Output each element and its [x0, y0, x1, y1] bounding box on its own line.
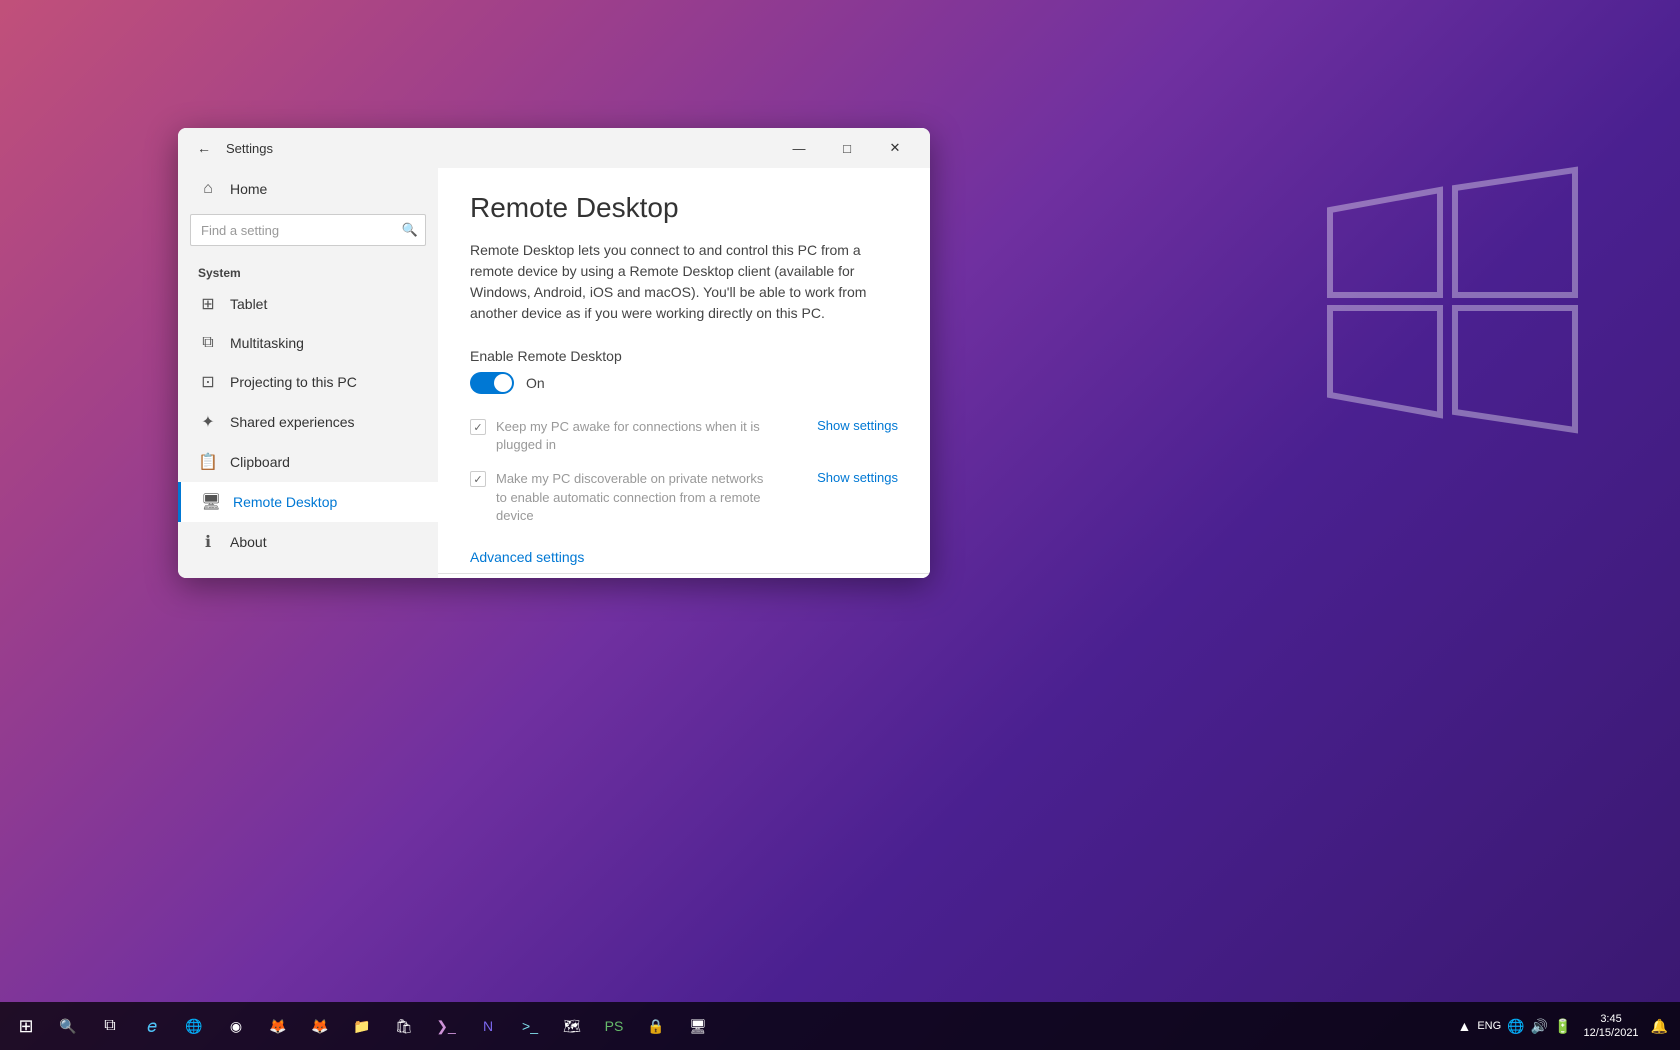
taskbar-explorer[interactable]: 📁 [342, 1004, 382, 1048]
taskbar-right: ▲ ENG 🌐 🔊 🔋 3:45 12/15/2021 🔔 [1457, 1012, 1676, 1041]
checkbox-1-content: Keep my PC awake for connections when it… [496, 418, 898, 454]
home-label: Home [230, 181, 267, 197]
clipboard-icon: 📋 [198, 452, 218, 472]
window-controls: — □ ✕ [776, 132, 918, 164]
taskbar-vpn[interactable]: 🔒 [636, 1004, 676, 1048]
shared-experiences-icon: ✦ [198, 412, 218, 432]
taskbar-search[interactable]: 🔍 [48, 1004, 88, 1048]
window-title: Settings [226, 141, 776, 156]
start-icon: ⊞ [18, 1016, 33, 1037]
taskbar-taskview[interactable]: ⧉ [90, 1004, 130, 1048]
remote-desktop-toggle[interactable] [470, 372, 514, 394]
checkbox-2-content: Make my PC discoverable on private netwo… [496, 470, 898, 525]
sidebar-item-clipboard-label: Clipboard [230, 454, 290, 470]
sidebar-item-clipboard[interactable]: 📋 Clipboard [178, 442, 438, 482]
clock-time: 3:45 [1584, 1012, 1639, 1026]
taskbar-edge[interactable]: 𝑒 [132, 1004, 172, 1048]
taskbar-clock[interactable]: 3:45 12/15/2021 [1576, 1012, 1647, 1041]
main-content: Remote Desktop Remote Desktop lets you c… [438, 168, 930, 578]
minimize-button[interactable]: — [776, 132, 822, 164]
projecting-icon: ⊡ [198, 372, 218, 392]
taskbar: ⊞ 🔍 ⧉ 𝑒 🌐 ◉ 🦊 🦊 📁 🛍 ❯_ N >_ 🗺 PS 🔒 🖥 ▲ E… [0, 1002, 1680, 1050]
taskbar-powershell[interactable]: PS [594, 1004, 634, 1048]
tray-chevron[interactable]: ▲ [1457, 1018, 1471, 1034]
sidebar-item-multitasking-label: Multitasking [230, 335, 304, 351]
taskbar-maps[interactable]: 🗺 [552, 1004, 592, 1048]
sidebar-item-about[interactable]: ℹ About [178, 522, 438, 562]
sidebar-item-multitasking[interactable]: ⧉ Multitasking [178, 324, 438, 362]
tray-language[interactable]: ENG [1477, 1020, 1501, 1032]
taskbar-cmd[interactable]: >_ [510, 1004, 550, 1048]
divider [438, 573, 930, 574]
clock-date: 12/15/2021 [1584, 1026, 1639, 1040]
show-settings-link-2[interactable]: Show settings [817, 470, 898, 485]
show-settings-link-1[interactable]: Show settings [817, 418, 898, 433]
page-description: Remote Desktop lets you connect to and c… [470, 240, 890, 324]
sidebar-item-about-label: About [230, 534, 267, 550]
toggle-state-label: On [526, 375, 545, 391]
about-icon: ℹ [198, 532, 218, 552]
taskbar-edge2[interactable]: 🌐 [174, 1004, 214, 1048]
tray-volume[interactable]: 🔊 [1531, 1018, 1548, 1035]
taskbar-chrome[interactable]: ◉ [216, 1004, 256, 1048]
search-input[interactable] [190, 214, 426, 246]
sidebar-item-shared-experiences[interactable]: ✦ Shared experiences [178, 402, 438, 442]
sidebar-item-projecting-label: Projecting to this PC [230, 374, 357, 390]
page-title: Remote Desktop [470, 192, 898, 224]
multitasking-icon: ⧉ [198, 334, 218, 352]
settings-window: ← Settings — □ ✕ ⌂ Home 🔍 [178, 128, 930, 578]
tablet-icon: ⊞ [198, 294, 218, 314]
sidebar-item-tablet[interactable]: ⊞ Tablet [178, 284, 438, 324]
title-bar: ← Settings — □ ✕ [178, 128, 930, 168]
remote-desktop-icon: 🖥 [201, 492, 221, 512]
tray-network[interactable]: 🌐 [1507, 1018, 1524, 1035]
sidebar-item-remote-desktop[interactable]: 🖥 Remote Desktop [178, 482, 438, 522]
checkbox-1[interactable]: ✓ [470, 419, 486, 435]
search-box: 🔍 [190, 214, 426, 246]
toggle-thumb [494, 374, 512, 392]
windows-logo-watermark [1300, 150, 1600, 455]
maximize-button[interactable]: □ [824, 132, 870, 164]
taskbar-network2[interactable]: 🖥 [678, 1004, 718, 1048]
tray-battery: 🔋 [1554, 1018, 1571, 1035]
close-button[interactable]: ✕ [872, 132, 918, 164]
system-tray-icons: ▲ ENG 🌐 🔊 🔋 [1457, 1018, 1571, 1035]
enable-label: Enable Remote Desktop [470, 348, 898, 364]
taskbar-store[interactable]: 🛍 [384, 1004, 424, 1048]
sidebar-item-home[interactable]: ⌂ Home [178, 168, 438, 210]
start-button[interactable]: ⊞ [4, 1004, 48, 1048]
section-label: System [178, 258, 438, 284]
search-icon: 🔍 [402, 222, 418, 238]
checkbox-row-2: ✓ Make my PC discoverable on private net… [470, 470, 898, 525]
notification-center[interactable]: 🔔 [1651, 1018, 1668, 1035]
sidebar-item-remote-desktop-label: Remote Desktop [233, 494, 337, 510]
taskbar-onenote[interactable]: N [468, 1004, 508, 1048]
checkbox-row-1: ✓ Keep my PC awake for connections when … [470, 418, 898, 454]
toggle-row: On [470, 372, 898, 394]
checkbox-2[interactable]: ✓ [470, 471, 486, 487]
window-body: ⌂ Home 🔍 System ⊞ Tablet ⧉ Multitasking … [178, 168, 930, 578]
checkbox-1-label: Keep my PC awake for connections when it… [496, 418, 776, 454]
sidebar-item-shared-experiences-label: Shared experiences [230, 414, 355, 430]
sidebar-item-projecting[interactable]: ⊡ Projecting to this PC [178, 362, 438, 402]
back-button[interactable]: ← [190, 134, 218, 162]
home-icon: ⌂ [198, 180, 218, 198]
checkbox-2-label: Make my PC discoverable on private netwo… [496, 470, 776, 525]
taskbar-icons: 🔍 ⧉ 𝑒 🌐 ◉ 🦊 🦊 📁 🛍 ❯_ N >_ 🗺 PS 🔒 🖥 [48, 1004, 1457, 1048]
sidebar-item-tablet-label: Tablet [230, 296, 267, 312]
taskbar-firefox1[interactable]: 🦊 [258, 1004, 298, 1048]
advanced-settings-link[interactable]: Advanced settings [470, 549, 584, 565]
taskbar-firefox2[interactable]: 🦊 [300, 1004, 340, 1048]
taskbar-terminal[interactable]: ❯_ [426, 1004, 466, 1048]
sidebar: ⌂ Home 🔍 System ⊞ Tablet ⧉ Multitasking … [178, 168, 438, 578]
